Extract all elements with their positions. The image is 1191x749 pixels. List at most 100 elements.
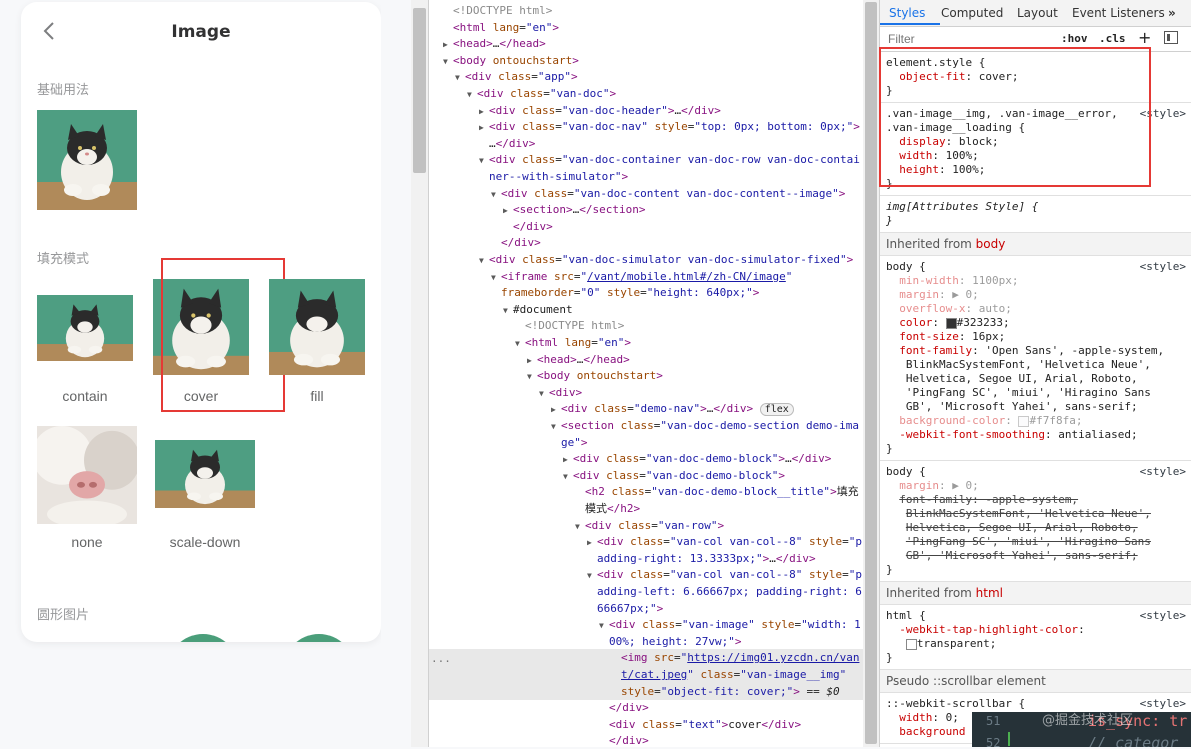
css-declaration[interactable]: color: #323233; — [886, 316, 1009, 330]
tab-computed[interactable]: Computed — [941, 6, 1003, 20]
dom-node-line[interactable]: ▼ #document — [429, 301, 864, 318]
dom-node-line[interactable]: ▼ <div class="van-doc-simulator van-doc-s… — [429, 251, 864, 268]
css-declaration[interactable]: width: 0; — [886, 711, 959, 725]
css-declaration[interactable]: -webkit-font-smoothing: antialiased; — [886, 428, 1137, 442]
css-declaration[interactable]: GB', 'Microsoft Yahei', sans-serif; — [886, 400, 1138, 414]
dom-node-line[interactable]: adding-left: 6.66667px; padding-right: 6… — [429, 583, 864, 600]
more-tabs-icon[interactable]: » — [1168, 6, 1176, 20]
dom-node-line[interactable]: …</div> — [429, 135, 864, 152]
dom-node-line[interactable]: <html lang="en"> — [429, 19, 864, 36]
tab-event-listeners[interactable]: Event Listeners — [1072, 6, 1165, 20]
dom-node-line[interactable]: ▼ <div class="van-col van-col--8" style="… — [429, 566, 864, 583]
dom-node-line[interactable]: ▼ <div class="van-row"> — [429, 517, 864, 534]
css-declaration[interactable]: ::-webkit-scrollbar { — [886, 697, 1025, 711]
hov-button[interactable]: :hov — [1061, 32, 1088, 45]
dom-node-line[interactable]: </div> — [429, 218, 864, 235]
dom-node-line[interactable]: frameborder="0" style="height: 640px;"> — [429, 284, 864, 301]
css-declaration[interactable]: body { — [886, 260, 926, 274]
dom-node-line[interactable]: ▼ <body ontouchstart> — [429, 52, 864, 69]
dom-node-line[interactable]: </div> — [429, 699, 864, 716]
css-rule[interactable]: <style> body { min-width: 1100px; margin:… — [880, 256, 1191, 461]
dom-node-line[interactable]: ▶ <head>…</head> — [429, 35, 864, 52]
scrollbar-thumb[interactable] — [865, 2, 877, 744]
filter-input[interactable] — [886, 31, 1050, 47]
elements-panel: <!DOCTYPE html> <html lang="en"> ▶ <head>…<… — [428, 0, 864, 747]
dom-node-line[interactable]: ner--with-simulator"> — [429, 168, 864, 185]
dom-node-line[interactable]: ▼ <html lang="en"> — [429, 334, 864, 351]
dom-node-line[interactable]: 66667px;"> — [429, 600, 864, 617]
dom-node-line[interactable]: ▼ <div class="van-image" style="width: 1 — [429, 616, 864, 633]
css-declaration[interactable]: } — [886, 442, 893, 456]
dom-node-line[interactable]: ▶ <section>…</section> — [429, 201, 864, 218]
css-declaration[interactable]: font-family: 'Open Sans', -apple-system, — [886, 344, 1164, 358]
css-declaration[interactable]: min-width: 1100px; — [886, 274, 1018, 288]
dom-node-line[interactable]: ▶ <div class="van-col van-col--8" style="… — [429, 533, 864, 550]
tab-styles[interactable]: Styles — [889, 6, 925, 20]
more-options-icon[interactable]: ··· — [431, 655, 451, 668]
css-declaration[interactable]: background — [886, 725, 965, 739]
css-declaration[interactable]: transparent; — [886, 637, 996, 651]
dom-node-line[interactable]: ▼ <div> — [429, 384, 864, 401]
dom-node-line[interactable]: ▼ <div class="van-doc-container van-doc-r… — [429, 151, 864, 168]
css-declaration[interactable]: 'PingFang SC', 'miui', 'Hiragino Sans — [886, 386, 1151, 400]
css-declaration[interactable]: html { — [886, 609, 926, 623]
dom-node-line[interactable]: ▼ <section class="van-doc-demo-section de… — [429, 417, 864, 434]
css-declaration[interactable]: BlinkMacSystemFont, 'Helvetica Neue', — [886, 358, 1151, 372]
css-declaration[interactable]: margin: ▶ 0; — [886, 288, 979, 302]
dom-node-line[interactable]: ▶ <div class="van-doc-demo-block">…</div> — [429, 450, 864, 467]
dom-node-line[interactable]: <h2 class="van-doc-demo-block__title">填充 — [429, 483, 864, 500]
dom-node-line[interactable]: </div> — [429, 234, 864, 251]
css-declaration[interactable]: margin: ▶ 0; — [886, 479, 979, 493]
css-declaration[interactable]: } — [886, 651, 893, 665]
toggle-sidebar-icon[interactable] — [1164, 31, 1178, 44]
css-rule[interactable]: img[Attributes Style] {} — [880, 196, 1191, 233]
css-declaration[interactable]: Helvetica, Segoe UI, Arial, Roboto, — [886, 521, 1138, 535]
page-scrollbar[interactable] — [411, 0, 428, 747]
dom-node-line[interactable]: t/cat.jpeg" class="van-image__img" — [429, 666, 864, 683]
dom-node-line[interactable]: style="object-fit: cover;"> == $0 — [429, 682, 864, 700]
css-rule[interactable]: <style> body { margin: ▶ 0; font-family: … — [880, 461, 1191, 582]
dom-node-line[interactable]: <!DOCTYPE html> — [429, 2, 864, 19]
elements-scrollbar[interactable] — [863, 0, 879, 747]
dom-node-line[interactable]: adding-right: 13.3333px;">…</div> — [429, 550, 864, 567]
dom-node-line[interactable]: <div class="text">cover</div> — [429, 716, 864, 733]
css-declaration[interactable]: img[Attributes Style] { — [886, 200, 1038, 214]
dom-node-line[interactable]: ▼ <div class="van-doc-content van-doc-con… — [429, 185, 864, 202]
css-declaration[interactable]: Helvetica, Segoe UI, Arial, Roboto, — [886, 372, 1138, 386]
dom-node-line[interactable]: <img src="https://img01.yzcdn.cn/van — [429, 649, 864, 667]
dom-node-line[interactable]: ▶ <div class="demo-nav">…</div> flex — [429, 400, 864, 417]
dom-node-line[interactable]: ▼ <iframe src="/vant/mobile.html#/zh-CN/i… — [429, 268, 864, 285]
cls-button[interactable]: .cls — [1099, 32, 1126, 45]
css-rule[interactable]: <style> html { -webkit-tap-highlight-colo… — [880, 605, 1191, 670]
dom-node-line[interactable]: ▶ <div class="van-doc-nav" style="top: 0p… — [429, 118, 864, 135]
css-declaration[interactable]: background-color: #f7f8fa; — [886, 414, 1082, 428]
dom-node-line[interactable]: ge"> — [429, 434, 864, 451]
dom-node-line[interactable]: 模式</h2> — [429, 500, 864, 517]
css-declaration[interactable]: font-size: 16px; — [886, 330, 1005, 344]
new-rule-button[interactable]: + — [1138, 28, 1151, 47]
css-declaration[interactable]: } — [886, 563, 893, 577]
scrollbar-thumb[interactable] — [413, 8, 426, 173]
rule-source-link[interactable]: <style> — [1140, 609, 1186, 623]
css-declaration[interactable]: overflow-x: auto; — [886, 302, 1012, 316]
dom-node-line[interactable]: ▼ <div class="van-doc"> — [429, 85, 864, 102]
dom-node-line[interactable]: ▼ <body ontouchstart> — [429, 367, 864, 384]
rule-source-link[interactable]: <style> — [1140, 465, 1186, 479]
css-declaration[interactable]: BlinkMacSystemFont, 'Helvetica Neue', — [886, 507, 1151, 521]
dom-node-line[interactable]: ▼ <div class="app"> — [429, 68, 864, 85]
dom-node-line[interactable]: <!DOCTYPE html> — [429, 317, 864, 334]
tab-layout[interactable]: Layout — [1017, 6, 1058, 20]
css-declaration[interactable]: -webkit-tap-highlight-color: — [886, 623, 1084, 637]
css-declaration[interactable]: 'PingFang SC', 'miui', 'Hiragino Sans — [886, 535, 1151, 549]
css-declaration[interactable]: body { — [886, 465, 926, 479]
page-gap — [381, 0, 411, 747]
css-declaration[interactable]: font-family: -apple-system, — [886, 493, 1078, 507]
css-declaration[interactable]: GB', 'Microsoft Yahei', sans-serif; — [886, 549, 1138, 563]
dom-node-line[interactable]: ▼ <div class="van-doc-demo-block"> — [429, 467, 864, 484]
dom-node-line[interactable]: ▶ <head>…</head> — [429, 351, 864, 368]
css-declaration[interactable]: } — [886, 214, 893, 228]
rule-source-link[interactable]: <style> — [1140, 260, 1186, 274]
rule-source-link[interactable]: <style> — [1140, 697, 1186, 711]
dom-node-line[interactable]: ▶ <div class="van-doc-header">…</div> — [429, 102, 864, 119]
dom-node-line[interactable]: 00%; height: 27vw;"> — [429, 633, 864, 650]
